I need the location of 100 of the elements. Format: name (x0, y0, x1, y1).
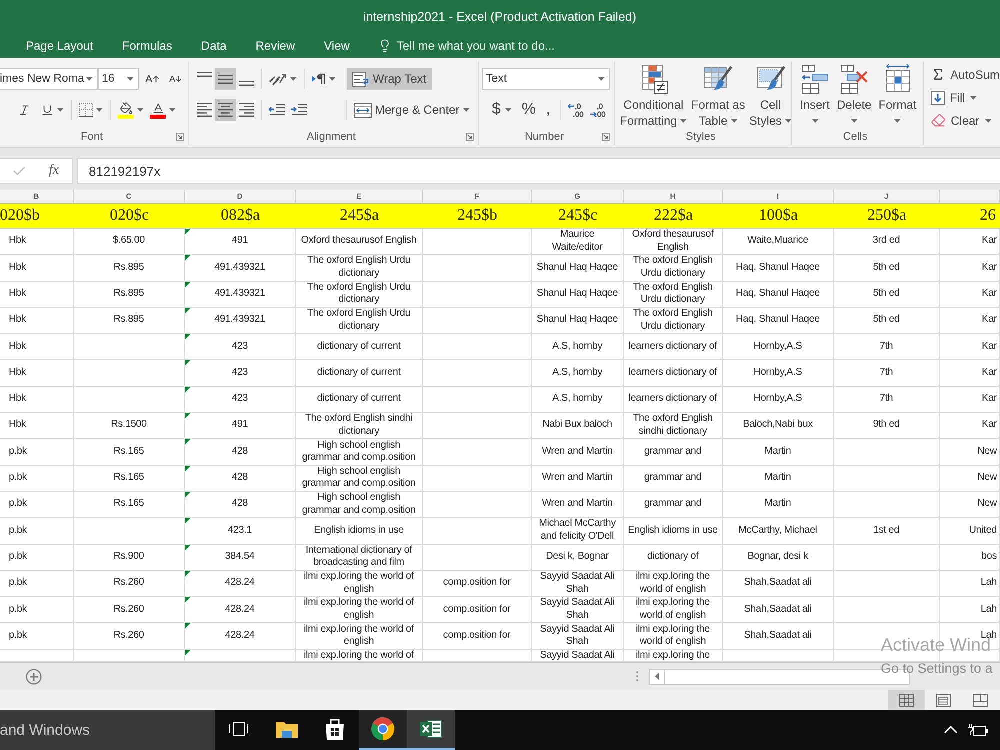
table-cell: 428 (185, 492, 296, 518)
table-cell: The oxford English Urdu dictionary (624, 308, 723, 334)
caret-icon (169, 108, 176, 112)
table-cell: Oxford thesaurusof English (624, 229, 723, 256)
table-cell: The oxford English sindhi dictionary (296, 413, 423, 440)
autosum-button[interactable]: AutoSum (931, 63, 1000, 86)
table-cell: Lah (940, 570, 1000, 598)
table-cell: Martin (723, 492, 834, 518)
search-field[interactable]: and Windows (0, 710, 215, 750)
taskbar-button[interactable] (407, 710, 455, 750)
format-button[interactable]: Format (878, 64, 918, 134)
merge-center-button[interactable]: Merge & Center (351, 99, 473, 121)
ribbon-tab[interactable]: Data (200, 33, 228, 58)
table-cell: Wren and Martin (532, 439, 624, 466)
table-cell: Hbk (0, 308, 74, 334)
insert-cells-icon (800, 64, 830, 94)
conditional-formatting-button[interactable]: Conditional Formatting (619, 64, 688, 134)
center-align-button[interactable] (215, 99, 236, 121)
table-cell: Rs.895 (74, 282, 185, 308)
grid-view-icon (899, 694, 914, 706)
dialog-launcher-icon (602, 133, 610, 141)
increase-decimal-icon (568, 102, 584, 118)
cell-styles-button[interactable]: Cell Styles (748, 64, 794, 134)
new-sheet-button[interactable] (26, 668, 42, 684)
table-cell: A.S, hornby (532, 360, 624, 387)
table-cell: comp.osition for (423, 597, 532, 624)
ribbon-tab[interactable]: Page Layout (25, 33, 94, 58)
table-cell: Sayyid Saadat Ali Shah (532, 623, 624, 650)
left-triangle-icon (655, 673, 659, 680)
table-cell: 9th ed (834, 413, 940, 440)
table-cell: p.bk (0, 570, 74, 598)
activation-notice-text: Go to Settings to a (881, 660, 993, 678)
table-cell: dictionary of current (296, 334, 423, 360)
table-cell: 7th (834, 334, 940, 360)
insert-button[interactable]: Insert (799, 64, 832, 134)
table-cell: The oxford English Urdu dictionary (296, 308, 423, 334)
table-cell: High school english grammar and comp.osition (296, 439, 423, 466)
caret-icon (290, 77, 297, 81)
table-cell: 423 (185, 334, 296, 360)
table-cell: The oxford English Urdu dictionary (624, 282, 723, 308)
table-cell: p.bk (0, 492, 74, 518)
table-cell: Kar (940, 229, 1000, 256)
table-cell: p.bk (0, 597, 74, 624)
font-size-dropdown[interactable]: 16 (98, 68, 139, 90)
table-cell: The oxford English Urdu dictionary (296, 255, 423, 282)
table-cell: comp.osition for (423, 570, 532, 598)
table-cell: 428.24 (185, 623, 296, 650)
folder-icon (276, 720, 298, 738)
number-style-button[interactable]: , (541, 99, 556, 121)
number-format-dropdown[interactable]: Text (482, 68, 610, 90)
table-cell: A.S, hornby (532, 386, 624, 414)
caret-icon (680, 119, 688, 123)
wrap-text-button[interactable]: Wrap Text (347, 68, 432, 90)
table-cell: Shah,Saadat ali (723, 597, 834, 624)
caret-icon (86, 77, 94, 81)
formula-input[interactable]: 812192197x (77, 158, 1000, 184)
ribbon-tab[interactable]: Formulas (121, 33, 174, 58)
page-break-icon (973, 694, 988, 706)
middle-align-button[interactable] (215, 68, 236, 90)
ribbon-tab[interactable]: Review (254, 33, 296, 58)
stacked-windows-icon (229, 722, 249, 736)
clear-button[interactable]: Clear (931, 109, 1000, 132)
table-cell: comp.osition for (423, 623, 532, 650)
table-cell: bos (940, 544, 1000, 571)
table-cell: Haq, Shanul Haqee (723, 255, 834, 282)
table-cell: learners dictionary of (624, 334, 723, 360)
header-cell: 020$b (0, 204, 74, 229)
table-cell: 491 (185, 413, 296, 440)
insert-function-button[interactable]: fx (47, 163, 62, 179)
round-logo-icon (371, 717, 395, 741)
table-cell: p.bk (0, 518, 74, 545)
font-name-dropdown[interactable]: imes New Roma (0, 68, 98, 90)
number-style-button[interactable]: % (516, 99, 542, 121)
table-cell: 491.439321 (185, 308, 296, 334)
table-cell: 428.24 (185, 570, 296, 598)
ribbon-tab[interactable]: View (323, 33, 351, 58)
group-label: Font (80, 131, 103, 143)
caret-icon (96, 108, 103, 112)
table-cell: The oxford English sindhi dictionary (624, 413, 723, 440)
borders-icon (79, 103, 93, 117)
taskbar-button[interactable] (359, 710, 407, 750)
top-align-icon (197, 72, 212, 77)
caret-icon (127, 77, 134, 81)
table-cell: dictionary of current (296, 360, 423, 387)
view-button[interactable] (888, 690, 925, 710)
table-cell: English idioms in use (296, 518, 423, 545)
table-cell: Rs.895 (74, 255, 185, 282)
fill-button[interactable]: Fill (931, 86, 1000, 109)
tell-me-field[interactable]: Tell me what you want to do... (396, 36, 575, 54)
table-cell: Rs.1500 (74, 413, 185, 440)
number-style-button[interactable]: $ (487, 99, 517, 121)
table-cell: Rs.260 (74, 597, 185, 624)
table-cell: 428 (185, 439, 296, 466)
table-cell: Maurice Waite/editor (532, 229, 624, 256)
table-cell: Rs.260 (74, 623, 185, 650)
increase-indent-icon (291, 104, 307, 116)
header-cell: 082$a (185, 204, 296, 229)
caret-icon (894, 119, 902, 123)
table-cell: learners dictionary of (624, 360, 723, 387)
table-cell: 428.24 (185, 597, 296, 624)
